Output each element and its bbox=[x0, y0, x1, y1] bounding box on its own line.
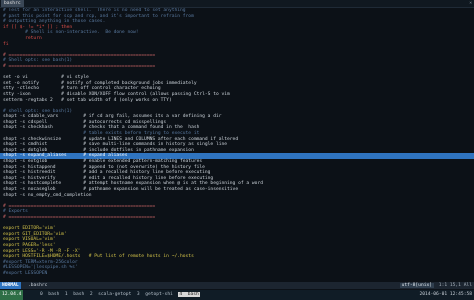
file-name: .bashrc bbox=[28, 283, 48, 288]
session-name: 12.04.4 bbox=[0, 290, 24, 300]
tab-bashrc[interactable]: bashrc bbox=[1, 0, 24, 7]
clock: 2014-06-01 12:45:58 bbox=[419, 292, 472, 297]
status-right: utf-8[unix] 1:1 15,1 All bbox=[399, 282, 472, 289]
tmux-window-1[interactable]: 1 bash bbox=[65, 292, 84, 297]
tab-bar: bashrc × bbox=[0, 0, 474, 8]
cursor-position: 1:1 15,1 All bbox=[438, 283, 472, 288]
tmux-window-4[interactable]: 4 bash bbox=[178, 292, 200, 297]
close-icon[interactable]: × bbox=[469, 0, 472, 7]
mode-indicator: NORMAL bbox=[0, 282, 21, 289]
tmux-window-2[interactable]: 2 scala-getopt bbox=[90, 292, 132, 297]
window-list: 0 bash 1 bash 2 scala-getopt 3 getopt-sh… bbox=[40, 290, 200, 300]
tab-label: bashrc bbox=[4, 1, 21, 6]
tmux-statusbar: 12.04.4 0 bash 1 bash 2 scala-getopt 3 g… bbox=[0, 290, 474, 300]
code-editor[interactable]: # Test for an interactive shell. There i… bbox=[0, 8, 474, 281]
vim-statusline: NORMAL .bashrc utf-8[unix] 1:1 15,1 All bbox=[0, 282, 474, 289]
file-encoding: utf-8[unix] bbox=[399, 283, 435, 288]
tmux-window-0[interactable]: 0 bash bbox=[40, 292, 59, 297]
tmux-window-3[interactable]: 3 getopt-shi bbox=[137, 292, 173, 297]
